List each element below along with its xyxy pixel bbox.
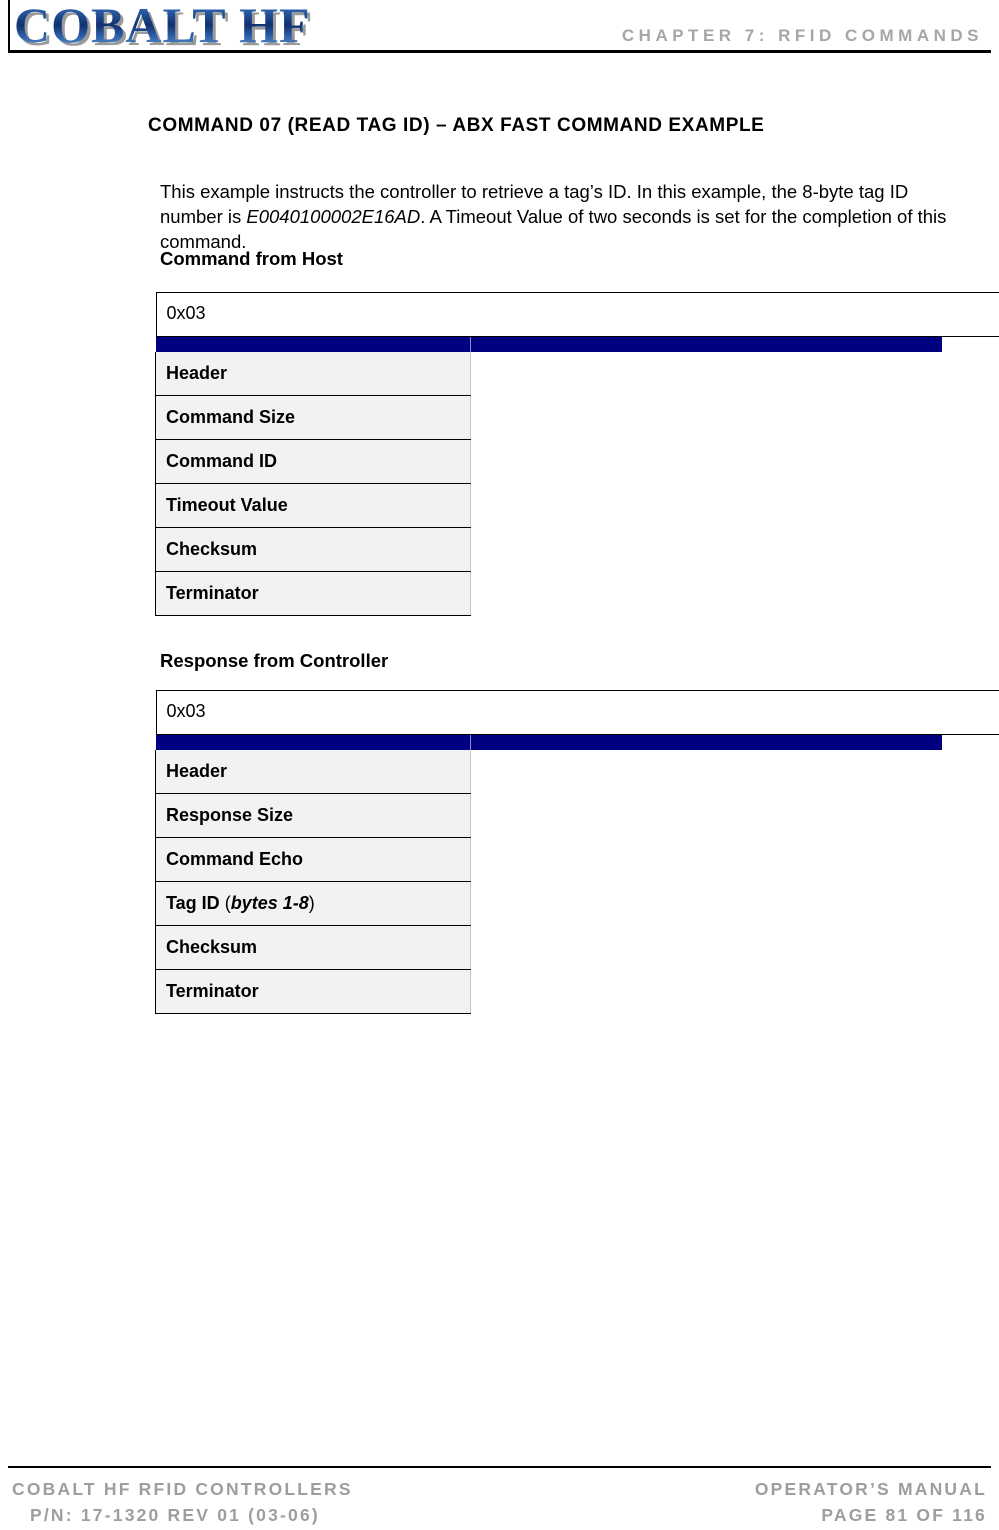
row-field-label: Header <box>155 750 471 794</box>
table-row: Terminator 0x03 <box>155 292 999 616</box>
intro-tag-id: E0040100002E16AD <box>246 205 421 227</box>
table-row: Command Size 0x0003 <box>155 292 999 440</box>
table-row: Command ID 0x07 <box>155 292 999 484</box>
footer-right-block: OPERATOR’S MANUAL PAGE 81 OF 116 <box>755 1476 987 1528</box>
table-body: Header 0x02, 0x02 Response Size 0x0009 C… <box>155 690 999 1014</box>
table-row: Response Size 0x0009 <box>155 690 999 838</box>
footer-page-number: PAGE 81 OF 116 <box>821 1505 987 1525</box>
command-from-host-table: PARAMETER FIELD CONTENT Header 0x02, 0x0… <box>155 292 999 616</box>
page-header: COBALT HF COBALT HF CHAPTER 7: RFID COMM… <box>0 0 999 54</box>
tag-id-byte-range: bytes 1-8 <box>230 893 309 913</box>
intro-paragraph: This example instructs the controller to… <box>160 179 950 254</box>
table-row: Terminator 0x03 <box>155 690 999 1014</box>
chapter-label: CHAPTER 7: RFID COMMANDS <box>621 26 983 45</box>
row-content-value: 0x03 <box>155 292 999 337</box>
row-content-value: 0x03 <box>155 690 999 735</box>
row-field-label: Timeout Value <box>155 483 471 528</box>
row-field-label: Checksum <box>155 925 471 970</box>
row-field-label: Terminator <box>155 969 471 1014</box>
row-field-label: Command Echo <box>155 837 471 882</box>
cobalt-hf-logo: COBALT HF <box>14 0 311 53</box>
row-field-label: Command Size <box>155 395 471 440</box>
row-field-label: Checksum <box>155 527 471 572</box>
row-field-label-tag-id: Tag ID (bytes 1-8) <box>155 881 471 926</box>
footer-manual-type: OPERATOR’S MANUAL <box>754 1479 987 1499</box>
table-row: Timeout Value 0x07D0 <box>155 292 999 528</box>
row-field-label: Header <box>155 352 471 396</box>
row-field-label: Terminator <box>155 571 471 616</box>
table-row: Header 0x02, 0x02 <box>155 690 999 794</box>
page-footer: COBALT HF RFID CONTROLLERS P/N: 17-1320 … <box>0 1460 999 1530</box>
table-row: Checksum Optional <box>155 690 999 970</box>
table-row: Checksum Optional <box>155 292 999 572</box>
response-from-controller-table: PARAMETER FIELD CONTENT Header 0x02, 0x0… <box>155 690 999 1014</box>
table-row: Header 0x02, 0x02 <box>155 292 999 396</box>
section-heading: COMMAND 07 (READ TAG ID) – ABX FAST COMM… <box>148 115 765 136</box>
row-field-label: Command ID <box>155 439 471 484</box>
footer-divider <box>8 1466 991 1468</box>
command-from-host-subhead: Command from Host <box>160 248 343 269</box>
header-divider <box>8 50 991 53</box>
footer-left-block: COBALT HF RFID CONTROLLERS P/N: 17-1320 … <box>12 1476 353 1528</box>
footer-part-number: P/N: 17-1320 REV 01 (03-06) <box>30 1505 320 1525</box>
response-from-controller-subhead: Response from Controller <box>160 650 389 671</box>
tag-id-label: Tag ID <box>166 893 220 913</box>
table-row: Tag ID (bytes 1-8) 0xE0 0x04 0x01 0x00 0… <box>155 690 999 926</box>
table-row: Command Echo 0x07 <box>155 690 999 882</box>
row-field-label: Response Size <box>155 793 471 838</box>
table-body: Header 0x02, 0x02 Command Size 0x0003 Co… <box>155 292 999 616</box>
footer-product-name: COBALT HF RFID CONTROLLERS <box>12 1479 353 1499</box>
